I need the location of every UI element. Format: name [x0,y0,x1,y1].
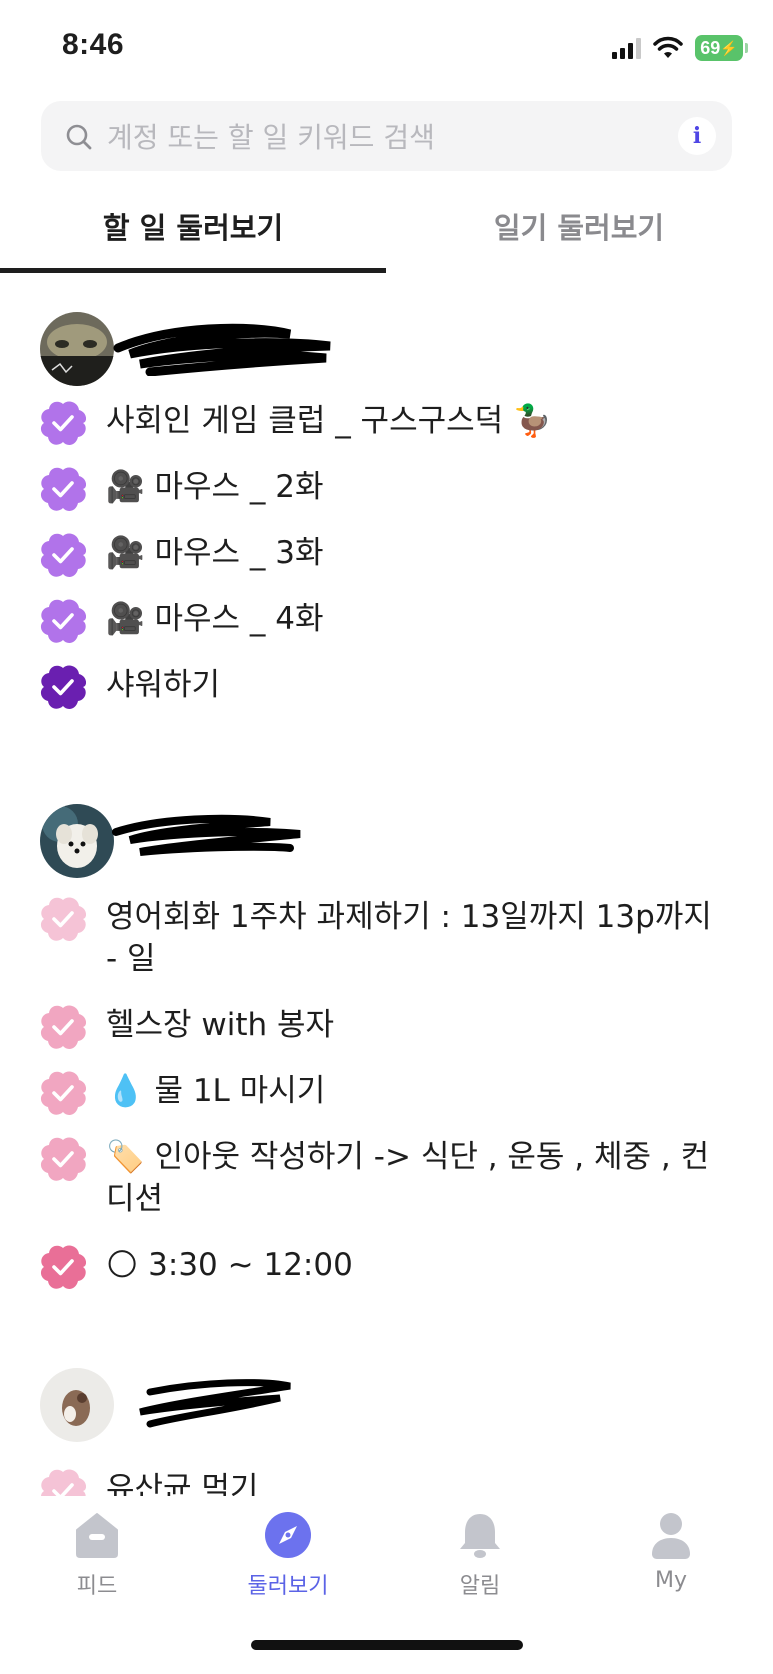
todo-item[interactable]: 사회인 게임 클럽 _ 구스구스덕 🦆 [40,400,716,446]
check-icon[interactable] [40,1070,86,1116]
check-icon[interactable] [40,1136,86,1182]
user-header[interactable] [40,1368,740,1443]
nav-my[interactable]: My [596,1510,746,1593]
nav-label: 피드 [76,1574,118,1599]
todo-item[interactable]: 🏷️ 인아웃 작성하기 -> 식단 , 운동 , 체중 , 컨디션 [40,1136,716,1220]
status-icons: 69 ⚡ [612,33,748,63]
check-icon[interactable] [40,598,86,644]
todo-text: 🎥 마우스 _ 3화 [106,535,324,571]
nav-label: 알림 [459,1574,501,1599]
todo-text: 🌕 3:30 ~ 12:00 [106,1247,353,1283]
tab-label: 할 일 둘러보기 [102,211,284,245]
user-block: 영어회화 1주차 과제하기 : 13일까지 13p까지 - 일 헬스장 with… [40,804,740,1289]
redacted-username [112,814,301,856]
todo-text: 💧 물 1L 마시기 [106,1073,326,1109]
search-input[interactable]: 계정 또는 할 일 키워드 검색 [107,101,667,171]
browse-tabs: 할 일 둘러보기 일기 둘러보기 [0,185,773,273]
bell-icon [460,1514,500,1558]
search-bar[interactable]: 계정 또는 할 일 키워드 검색 i [41,101,732,171]
wifi-icon [653,36,683,58]
todo-item[interactable]: 헬스장 with 봉자 [40,1004,716,1050]
tab-label: 일기 둘러보기 [493,211,665,245]
nav-browse[interactable]: 둘러보기 [213,1510,363,1600]
user-block: 유산균 먹기 [40,1368,740,1496]
compass-icon [265,1512,311,1558]
todo-item[interactable]: 샤워하기 [40,664,716,710]
todo-item[interactable]: 🎥 마우스 _ 4화 [40,598,716,644]
status-time: 8:46 [62,28,125,61]
todo-text: 🎥 마우스 _ 4화 [106,601,324,637]
tab-diary-browse[interactable]: 일기 둘러보기 [386,185,772,273]
todo-text: 🎥 마우스 _ 2화 [106,469,324,505]
check-icon[interactable] [40,1004,86,1050]
search-icon [66,124,92,150]
todo-item[interactable]: 🎥 마우스 _ 3화 [40,532,716,578]
check-icon[interactable] [40,1468,86,1496]
check-icon[interactable] [40,466,86,512]
todo-text: 🏷️ 인아웃 작성하기 -> 식단 , 운동 , 체중 , 컨디션 [106,1139,710,1217]
info-button[interactable]: i [678,117,716,155]
check-icon[interactable] [40,896,86,942]
nav-label: My [654,1568,687,1593]
todo-item[interactable]: 유산균 먹기 [40,1468,716,1496]
todo-item[interactable]: 🌕 3:30 ~ 12:00 [40,1244,716,1290]
todo-item[interactable]: 영어회화 1주차 과제하기 : 13일까지 13p까지 - 일 [40,896,716,980]
todo-text: 영어회화 1주차 과제하기 : 13일까지 13p까지 - 일 [106,899,712,977]
cellular-signal-icon [612,37,641,59]
nav-feed[interactable]: 피드 [22,1510,172,1600]
nav-label: 둘러보기 [247,1574,329,1599]
todo-text: 샤워하기 [106,667,221,703]
battery-icon: 69 ⚡ [695,35,748,61]
todo-text: 사회인 게임 클럽 _ 구스구스덕 🦆 [106,403,552,439]
todo-item[interactable]: 🎥 마우스 _ 2화 [40,466,716,512]
user-header[interactable] [40,312,740,387]
redacted-username [113,323,331,376]
avatar[interactable] [40,312,114,386]
check-icon[interactable] [40,400,86,446]
todo-item[interactable]: 💧 물 1L 마시기 [40,1070,716,1116]
tab-todo-browse[interactable]: 할 일 둘러보기 [0,185,386,273]
user-block: 사회인 게임 클럽 _ 구스구스덕 🦆 🎥 마우스 _ 2화 🎥 마우스 _ 3… [40,312,740,709]
nav-notifications[interactable]: 알림 [405,1510,555,1600]
battery-level: 69 [700,37,721,58]
avatar[interactable] [40,804,114,878]
status-bar: 8:46 69 ⚡ [0,0,773,95]
todo-text: 유산균 먹기 [106,1471,259,1496]
check-icon[interactable] [40,1244,86,1290]
home-indicator[interactable] [251,1640,523,1650]
profile-icon [652,1513,690,1559]
check-icon[interactable] [40,532,86,578]
check-icon[interactable] [40,664,86,710]
user-header[interactable] [40,804,740,879]
todo-feed[interactable]: 사회인 게임 클럽 _ 구스구스덕 🦆 🎥 마우스 _ 2화 🎥 마우스 _ 3… [0,300,773,1496]
todo-text: 헬스장 with 봉자 [106,1007,335,1043]
redacted-username [139,1379,291,1428]
home-icon [76,1513,118,1558]
avatar[interactable] [40,1368,114,1442]
